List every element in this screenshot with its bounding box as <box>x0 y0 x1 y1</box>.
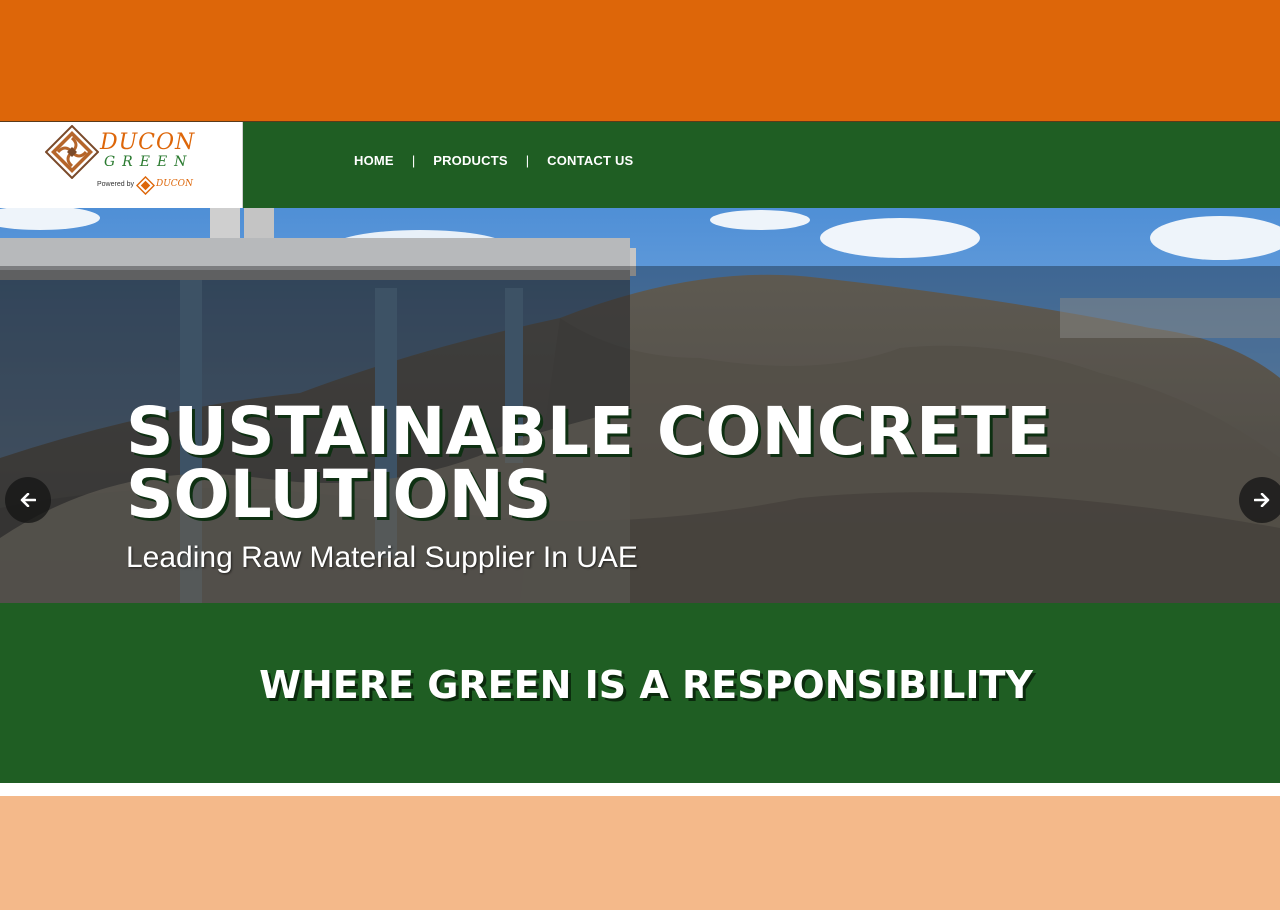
nav-separator: | <box>411 152 416 168</box>
slider-prev-button[interactable] <box>5 477 51 523</box>
tagline-heading: WHERE GREEN IS A RESPONSIBILITY <box>259 663 1033 707</box>
nav-separator: | <box>525 152 530 168</box>
top-orange-band <box>0 0 1280 121</box>
logo-wordmark-ducon: DUCON <box>100 130 196 155</box>
hero-subtitle: Leading Raw Material Supplier In UAE <box>126 541 638 574</box>
site-header: DUCON GREEN Powered by DUCON HOME | PROD… <box>0 122 1280 208</box>
nav-home[interactable]: HOME <box>354 153 394 168</box>
logo-link[interactable]: DUCON GREEN Powered by DUCON <box>0 122 243 208</box>
main-nav: HOME | PRODUCTS | CONTACT US <box>354 151 633 169</box>
logo-wordmark-green: GREEN <box>104 154 194 170</box>
bottom-peach-band <box>0 796 1280 910</box>
nav-products[interactable]: PRODUCTS <box>433 153 508 168</box>
ducon-mini-logo-icon <box>136 176 155 195</box>
arrow-right-icon <box>1254 493 1270 507</box>
powered-by-label: Powered by <box>97 181 134 188</box>
ducon-logo-icon <box>45 125 99 179</box>
section-divider <box>0 783 1280 796</box>
nav-contact-us[interactable]: CONTACT US <box>547 153 633 168</box>
hero-title-line-1: SUSTAINABLE CONCRETE <box>126 393 1052 470</box>
arrow-left-icon <box>20 493 36 507</box>
hero-title-line-2: SOLUTIONS <box>126 456 552 533</box>
slider-next-button[interactable] <box>1239 477 1280 523</box>
hero-title: SUSTAINABLE CONCRETE SOLUTIONS <box>126 393 1186 533</box>
parent-brand-label: DUCON <box>156 179 193 189</box>
